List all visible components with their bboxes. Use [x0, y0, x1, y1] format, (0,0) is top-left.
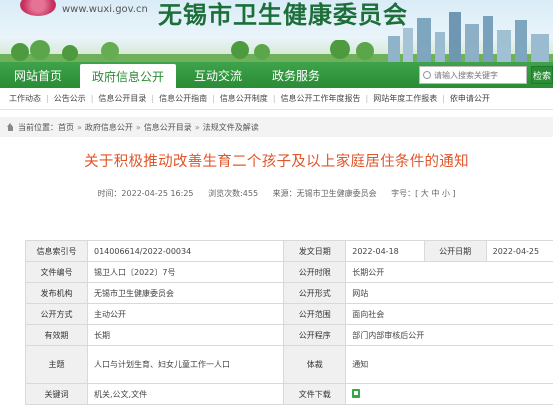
main-nav: 网站首页 政府信息公开 互动交流 政务服务 请输入搜索关键字 检索: [0, 62, 553, 88]
table-label: 公开时限: [284, 262, 346, 283]
table-label: 有效期: [26, 325, 88, 346]
divider: |: [210, 94, 217, 103]
divider: |: [271, 94, 278, 103]
table-label: 信息索引号: [26, 241, 88, 262]
table-label: 公开范围: [284, 304, 346, 325]
table-value: 面向社会: [346, 304, 553, 325]
table-row: 关键词 机关,公文,文件 文件下载: [26, 384, 553, 405]
info-table: 信息索引号 014006614/2022-00034 发文日期 2022-04-…: [25, 240, 553, 405]
table-label: 体裁: [284, 346, 346, 384]
table-label: 发布机构: [26, 283, 88, 304]
divider: |: [364, 94, 371, 103]
subnav-item-guide[interactable]: 信息公开指南: [156, 93, 210, 104]
breadcrumb: 当前位置： 首页 » 政府信息公开 » 信息公开目录 » 法规文件及解读: [0, 117, 553, 137]
table-label: 关键词: [26, 384, 88, 405]
breadcrumb-item-gov-info[interactable]: 政府信息公开: [85, 122, 133, 133]
subnav-item-notices[interactable]: 公告公示: [51, 93, 89, 104]
table-label: 公开形式: [284, 283, 346, 304]
breadcrumb-prefix: 当前位置：: [18, 122, 58, 133]
nav-home[interactable]: 网站首页: [0, 62, 74, 88]
divider: |: [44, 94, 51, 103]
sub-nav: 工作动态| 公告公示| 信息公开目录| 信息公开指南| 信息公开制度| 信息公开…: [0, 88, 553, 110]
table-value: 机关,公文,文件: [88, 384, 284, 405]
table-value: 锡卫人口〔2022〕7号: [88, 262, 284, 283]
table-label: 主题: [26, 346, 88, 384]
table-label: 公开日期: [424, 241, 486, 262]
table-label: 公开程序: [284, 325, 346, 346]
table-value: 主动公开: [88, 304, 284, 325]
divider: |: [149, 94, 156, 103]
nav-interaction[interactable]: 互动交流: [182, 62, 254, 88]
table-label: 公开方式: [26, 304, 88, 325]
site-logo[interactable]: [20, 0, 56, 16]
view-count: 浏览次数:455: [208, 189, 258, 198]
table-value: 部门内部审核后公开: [346, 325, 553, 346]
breadcrumb-item-home[interactable]: 首页: [58, 122, 74, 133]
article-source: 来源：无锡市卫生健康委员会: [273, 189, 377, 198]
download-cell: [346, 384, 553, 405]
table-value: 长期公开: [346, 262, 553, 283]
divider: |: [89, 94, 96, 103]
breadcrumb-item-regulations[interactable]: 法规文件及解读: [203, 122, 259, 133]
table-row: 发布机构 无锡市卫生健康委员会 公开形式 网站: [26, 283, 553, 304]
table-value: 通知: [346, 346, 553, 384]
breadcrumb-item-catalog[interactable]: 信息公开目录: [144, 122, 192, 133]
search-button[interactable]: 检索: [531, 66, 553, 84]
home-icon: [6, 123, 15, 132]
font-size-control[interactable]: 字号：[ 大 中 小 ]: [391, 189, 455, 198]
table-value: 长期: [88, 325, 284, 346]
subnav-item-work-news[interactable]: 工作动态: [6, 93, 44, 104]
breadcrumb-separator: »: [192, 123, 203, 132]
site-url: www.wuxi.gov.cn: [62, 4, 148, 15]
table-row: 文件编号 锡卫人口〔2022〕7号 公开时限 长期公开: [26, 262, 553, 283]
table-value: 2022-04-18: [346, 241, 424, 262]
search-input[interactable]: 请输入搜索关键字: [419, 66, 527, 84]
table-value: 014006614/2022-00034: [88, 241, 284, 262]
table-value: 无锡市卫生健康委员会: [88, 283, 284, 304]
table-value: 网站: [346, 283, 553, 304]
file-download-icon[interactable]: [352, 389, 360, 398]
article-title: 关于积极推动改善生育二个孩子及以上家庭居住条件的通知: [0, 150, 553, 171]
subnav-item-website-report[interactable]: 网站年度工作报表: [370, 93, 440, 104]
divider: |: [440, 94, 447, 103]
subnav-item-apply[interactable]: 依申请公开: [447, 93, 493, 104]
breadcrumb-separator: »: [133, 123, 144, 132]
table-row: 信息索引号 014006614/2022-00034 发文日期 2022-04-…: [26, 241, 553, 262]
publish-time: 时间：2022-04-25 16:25: [97, 189, 193, 198]
breadcrumb-separator: »: [74, 123, 85, 132]
nav-gov-info-open[interactable]: 政府信息公开: [80, 64, 176, 88]
table-value: 人口与计划生育、妇女儿童工作一人口: [88, 346, 284, 384]
table-row: 有效期 长期 公开程序 部门内部审核后公开: [26, 325, 553, 346]
nav-gov-services[interactable]: 政务服务: [260, 62, 332, 88]
table-label: 文件下载: [284, 384, 346, 405]
city-skyline-decoration: [383, 8, 553, 62]
table-label: 文件编号: [26, 262, 88, 283]
subnav-item-system[interactable]: 信息公开制度: [217, 93, 271, 104]
search-placeholder: 请输入搜索关键字: [434, 70, 498, 81]
table-row: 公开方式 主动公开 公开范围 面向社会: [26, 304, 553, 325]
table-row: 主题 人口与计划生育、妇女儿童工作一人口 体裁 通知: [26, 346, 553, 384]
table-value: 2022-04-25: [486, 241, 553, 262]
subnav-item-annual-report[interactable]: 信息公开工作年度报告: [278, 93, 364, 104]
search-icon: [423, 71, 431, 79]
table-label: 发文日期: [284, 241, 346, 262]
article-meta: 时间：2022-04-25 16:25 浏览次数:455 来源：无锡市卫生健康委…: [0, 188, 553, 199]
site-banner: www.wuxi.gov.cn 无锡市卫生健康委员会: [0, 0, 553, 62]
site-name: 无锡市卫生健康委员会: [158, 0, 408, 30]
subnav-item-catalog[interactable]: 信息公开目录: [95, 93, 149, 104]
